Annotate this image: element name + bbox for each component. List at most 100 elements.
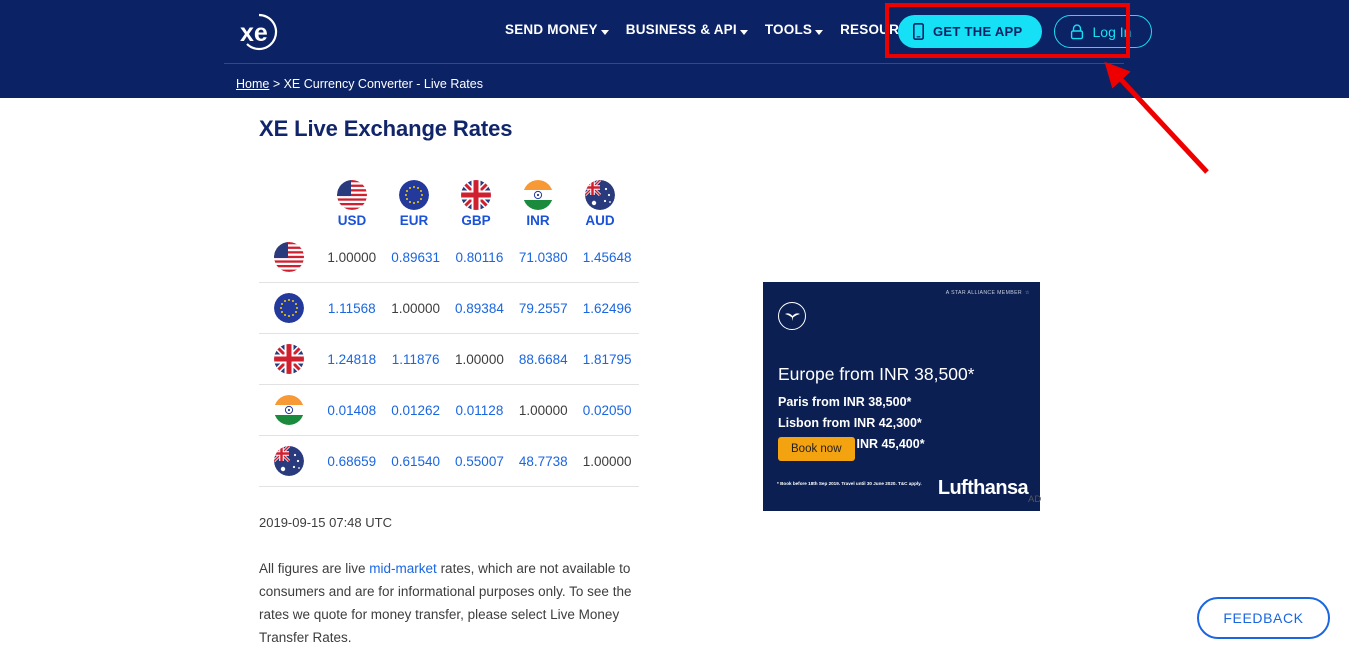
row-header-inr[interactable] <box>259 395 320 425</box>
column-header-label: AUD <box>585 213 615 228</box>
nav-label: BUSINESS & API <box>625 22 737 37</box>
rate-cell[interactable]: 71.0380 <box>511 250 575 265</box>
rate-cell[interactable]: 0.01262 <box>384 403 448 418</box>
star-icon: ☆ <box>1024 290 1030 296</box>
main-nav: SEND MONEY BUSINESS & API TOOLS RESOURCE… <box>505 22 939 37</box>
ad-headline: Europe from INR 38,500* <box>778 364 975 384</box>
table-row: 1.11568 1.00000 0.89384 79.2557 1.62496 <box>259 283 639 334</box>
crane-bird-icon <box>784 312 800 321</box>
star-alliance-text: A STAR ALLIANCE MEMBER <box>945 290 1022 296</box>
svg-text:xe: xe <box>240 19 268 47</box>
lufthansa-crane-logo <box>778 302 806 330</box>
get-the-app-button[interactable]: GET THE APP <box>898 15 1042 48</box>
ad-fine-print: * Book before 18th Sep 2019. Travel unti… <box>777 481 922 486</box>
flag-eur-icon <box>399 180 429 210</box>
nav-item-send-money[interactable]: SEND MONEY <box>505 22 609 37</box>
rate-cell[interactable]: 1.45648 <box>575 250 639 265</box>
column-header-aud[interactable]: AUD <box>569 180 631 228</box>
rate-cell[interactable]: 1.11876 <box>384 352 448 367</box>
chevron-down-icon <box>739 30 748 35</box>
page-title: XE Live Exchange Rates <box>259 116 513 141</box>
breadcrumb-home-link[interactable]: Home <box>236 77 269 91</box>
ad-destination-lisbon: Lisbon from INR 42,300* <box>778 416 922 430</box>
rate-cell[interactable]: 0.55007 <box>448 454 512 469</box>
rate-cell: 1.00000 <box>327 249 377 265</box>
site-header: xe SEND MONEY BUSINESS & API TOOLS RESOU <box>0 0 1349 98</box>
rate-cell[interactable]: 1.11568 <box>320 301 384 316</box>
column-header-label: USD <box>337 213 367 228</box>
rate-cell: 1.00000 <box>455 351 504 367</box>
flag-aud-icon <box>585 180 615 210</box>
lufthansa-wordmark: Lufthansa <box>937 477 1029 499</box>
flag-eur-icon <box>274 293 305 323</box>
rate-cell[interactable]: 88.6684 <box>511 352 575 367</box>
flag-inr-icon <box>274 395 305 425</box>
ad-disclosure-label: AD <box>1028 494 1042 505</box>
chevron-down-icon <box>815 30 824 35</box>
nav-label: SEND MONEY <box>505 22 598 37</box>
flag-inr-icon <box>523 180 553 210</box>
live-rates-table: USD EUR GBP INR AUD 1.00000 0.89631 0.80… <box>259 176 639 487</box>
header-divider <box>224 63 1124 64</box>
log-in-label: Log In <box>1092 23 1132 40</box>
rate-cell[interactable]: 0.68659 <box>320 454 384 469</box>
table-row: 0.01408 0.01262 0.01128 1.00000 0.02050 <box>259 385 639 436</box>
rate-cell[interactable]: 0.01128 <box>448 403 512 418</box>
advertisement-banner[interactable]: A STAR ALLIANCE MEMBER ☆ Europe from INR… <box>763 282 1040 511</box>
ad-destination-paris: Paris from INR 38,500* <box>778 395 912 409</box>
column-header-eur[interactable]: EUR <box>383 180 445 228</box>
table-row: 1.00000 0.89631 0.80116 71.0380 1.45648 <box>259 232 639 283</box>
flag-usd-icon <box>337 180 367 210</box>
header-top-bar: xe SEND MONEY BUSINESS & API TOOLS RESOU <box>0 0 1349 63</box>
lock-icon <box>1070 23 1083 39</box>
rate-cell[interactable]: 0.80116 <box>448 250 512 265</box>
rate-cell: 1.00000 <box>582 453 632 469</box>
feedback-button[interactable]: FEEDBACK <box>1197 597 1330 639</box>
page-root: xe SEND MONEY BUSINESS & API TOOLS RESOU <box>0 0 1349 657</box>
breadcrumb: Home > XE Currency Converter - Live Rate… <box>236 77 483 91</box>
rate-cell[interactable]: 0.89631 <box>384 250 448 265</box>
flag-aud-icon <box>274 446 305 476</box>
row-header-eur[interactable] <box>259 293 320 323</box>
column-header-gbp[interactable]: GBP <box>445 180 507 228</box>
rate-cell[interactable]: 1.24818 <box>320 352 384 367</box>
breadcrumb-bar: Home > XE Currency Converter - Live Rate… <box>0 63 1349 98</box>
book-now-button[interactable]: Book now <box>778 437 855 461</box>
rate-cell[interactable]: 79.2557 <box>511 301 575 316</box>
mobile-phone-icon <box>913 23 924 40</box>
log-in-button[interactable]: Log In <box>1053 15 1153 48</box>
header-actions: GET THE APP Log In <box>898 15 1153 48</box>
column-header-label: GBP <box>461 213 491 228</box>
rate-cell[interactable]: 0.89384 <box>448 301 512 316</box>
rate-cell: 1.00000 <box>391 300 441 316</box>
rates-timestamp: 2019-09-15 07:48 UTC <box>259 515 392 530</box>
disclaimer-text: All figures are live mid-market rates, w… <box>259 557 644 649</box>
flag-gbp-icon <box>461 180 491 210</box>
flag-usd-icon <box>274 242 305 272</box>
rate-cell: 1.00000 <box>518 402 568 418</box>
rate-cell[interactable]: 48.7738 <box>511 454 575 469</box>
column-header-label: INR <box>526 213 550 228</box>
row-header-gbp[interactable] <box>259 344 320 374</box>
flag-gbp-icon <box>274 344 305 374</box>
row-header-aud[interactable] <box>259 446 320 476</box>
rate-cell[interactable]: 1.62496 <box>575 301 639 316</box>
nav-item-tools[interactable]: TOOLS <box>764 22 824 37</box>
table-row: 0.68659 0.61540 0.55007 48.7738 1.00000 <box>259 436 639 487</box>
column-header-inr[interactable]: INR <box>507 180 569 228</box>
column-header-usd[interactable]: USD <box>321 180 383 228</box>
star-alliance-label: A STAR ALLIANCE MEMBER ☆ <box>946 290 1030 296</box>
chevron-down-icon <box>600 30 609 35</box>
table-row: 1.24818 1.11876 1.00000 88.6684 1.81795 <box>259 334 639 385</box>
rate-cell[interactable]: 0.01408 <box>320 403 384 418</box>
get-the-app-label: GET THE APP <box>933 24 1023 39</box>
rate-cell[interactable]: 0.61540 <box>384 454 448 469</box>
column-header-label: EUR <box>399 213 429 228</box>
xe-logo[interactable]: xe <box>234 12 284 52</box>
nav-label: TOOLS <box>764 22 813 37</box>
row-header-usd[interactable] <box>259 242 320 272</box>
rate-cell[interactable]: 1.81795 <box>575 352 639 367</box>
nav-item-business-api[interactable]: BUSINESS & API <box>626 22 748 37</box>
mid-market-link[interactable]: mid-market <box>369 561 437 576</box>
rate-cell[interactable]: 0.02050 <box>575 403 639 418</box>
